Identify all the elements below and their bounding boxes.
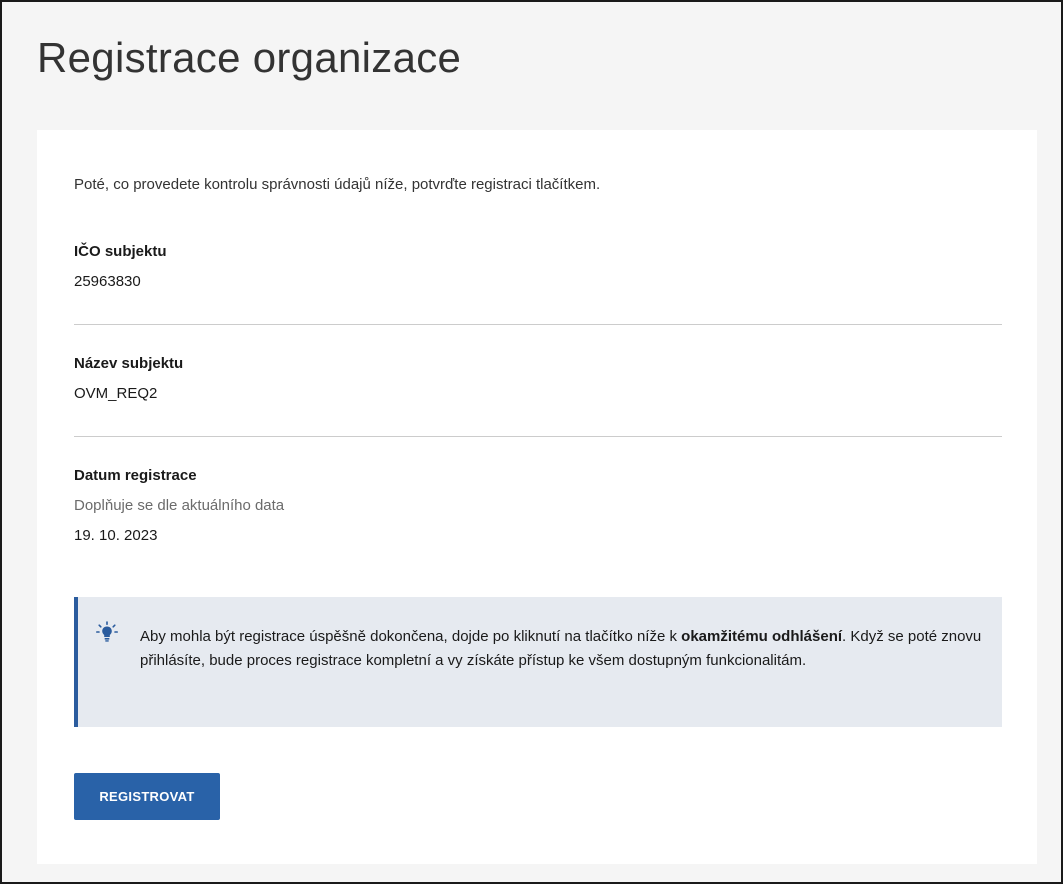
field-date-label: Datum registrace [74, 467, 197, 484]
field-date-hint: Doplňuje se dle aktuálního data [74, 497, 285, 514]
field-name-value: OVM_REQ2 [74, 385, 158, 402]
notice-text-emphasis: okamžitému odhlášení [681, 628, 843, 645]
field-ico: IČO subjektu 25963830 [74, 243, 1002, 290]
registration-card: Poté, co provedete kontrolu správnosti ú… [37, 130, 1037, 864]
field-date-value: 19. 10. 2023 [74, 527, 158, 544]
page-title: Registrace organizace [37, 34, 462, 81]
divider [74, 436, 1002, 437]
field-name-label: Název subjektu [74, 355, 184, 372]
notice-text: Aby mohla být registrace úspěšně dokonče… [140, 625, 985, 673]
lightbulb-icon [96, 621, 119, 643]
notice-box: Aby mohla být registrace úspěšně dokonče… [74, 597, 1002, 727]
divider [74, 324, 1002, 325]
register-button[interactable]: REGISTROVAT [74, 773, 220, 820]
intro-text: Poté, co provedete kontrolu správnosti ú… [74, 176, 601, 193]
field-ico-value: 25963830 [74, 273, 141, 290]
notice-text-start: Aby mohla být registrace úspěšně dokonče… [140, 628, 682, 645]
field-ico-label: IČO subjektu [74, 243, 167, 260]
field-name: Název subjektu OVM_REQ2 [74, 355, 1002, 402]
page-frame: Registrace organizace Poté, co provedete… [0, 0, 1063, 884]
field-date: Datum registrace Doplňuje se dle aktuáln… [74, 467, 1002, 544]
